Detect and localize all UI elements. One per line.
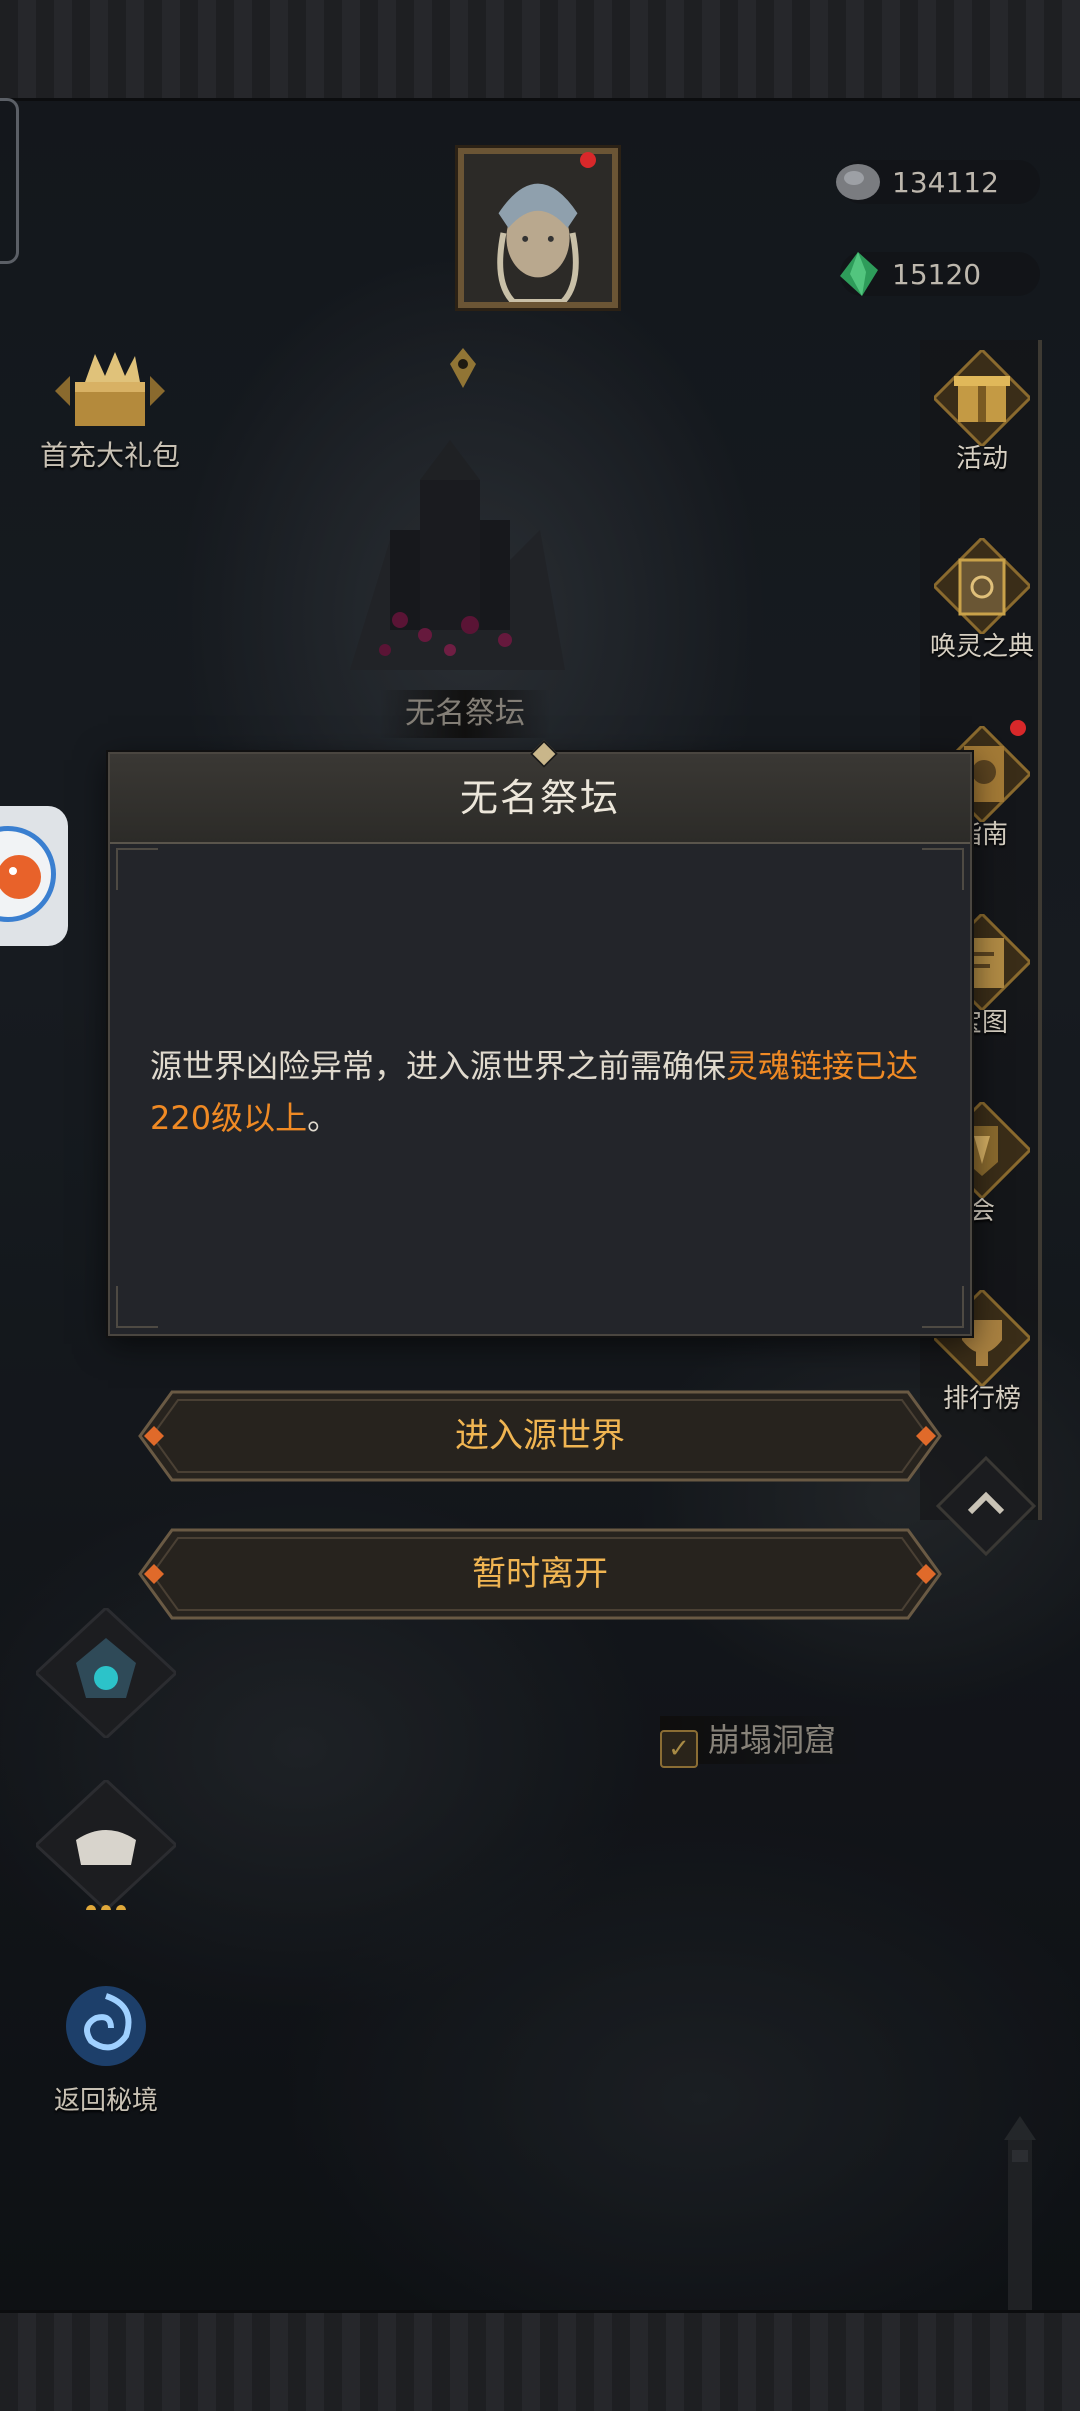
altar-dialog: 无名祭坛 源世界凶险异常，进入源世界之前需确保灵魂链接已达220级以上。 (108, 739, 972, 1336)
guide-notification-dot (1010, 720, 1026, 736)
gift-icon (931, 347, 1033, 449)
activity-button[interactable]: 活动 (917, 347, 1047, 475)
return-secret-realm-button[interactable]: 返回秘境 (36, 1976, 176, 2117)
gem-resource[interactable]: 15120 (840, 252, 1040, 296)
leave-temporarily-button[interactable]: 暂时离开 (116, 1526, 964, 1622)
first-recharge-label: 首充大礼包 (39, 439, 180, 472)
leave-button-label: 暂时离开 (472, 1554, 608, 1594)
floating-assistant-button[interactable] (0, 806, 68, 946)
demon-mask-icon (33, 1605, 179, 1741)
bottom-frame (0, 2310, 1080, 2411)
book-icon (931, 535, 1033, 637)
ore-coin-icon (836, 164, 880, 200)
dialog-message: 源世界凶险异常，进入源世界之前需确保灵魂链接已达220级以上。 (150, 1047, 919, 1137)
assistant-avatar-icon (0, 826, 56, 922)
gem-value: 15120 (892, 258, 982, 291)
dialog-corner (922, 848, 964, 890)
dialog-title: 无名祭坛 (110, 754, 970, 844)
dialog-corner (116, 1286, 158, 1328)
enter-button-label: 进入源世界 (455, 1416, 625, 1456)
avatar-portrait-icon (464, 154, 612, 302)
vortex-icon (66, 1986, 146, 2066)
left-edge-tab[interactable] (0, 98, 19, 264)
gift-chest-icon (55, 352, 165, 426)
player-avatar[interactable] (458, 148, 618, 308)
coin-resource[interactable]: 134112 (836, 160, 1040, 204)
green-gem-icon (840, 252, 878, 296)
coin-value: 134112 (892, 166, 999, 199)
hand-icon (33, 1777, 179, 1915)
first-recharge-gift-button[interactable]: 首充大礼包 (30, 346, 190, 474)
summon-codex-button[interactable]: 唤灵之典 (917, 535, 1047, 663)
dialog-corner (116, 848, 158, 890)
demon-mask-button[interactable] (33, 1605, 179, 1742)
notification-dot (580, 152, 596, 168)
return-secret-realm-label: 返回秘境 (53, 2086, 158, 2116)
dialog-corner (922, 1286, 964, 1328)
enter-source-world-button[interactable]: 进入源世界 (116, 1388, 964, 1484)
hand-skill-button[interactable] (33, 1777, 179, 1915)
top-frame (0, 0, 1080, 101)
